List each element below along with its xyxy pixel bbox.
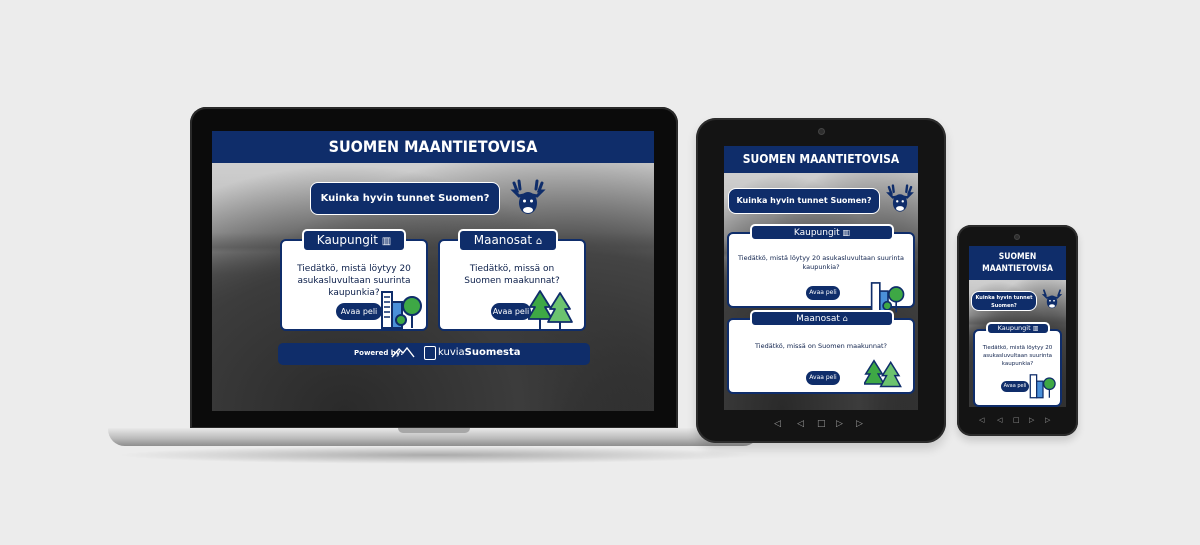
question-bubble: Kuinka hyvin tunnet Suomen?: [728, 188, 880, 214]
open-game-button[interactable]: Avaa peli: [1001, 381, 1029, 392]
brand-bold-text: Suomesta: [464, 347, 521, 358]
tablet-volume-icon[interactable]: ◁: [774, 420, 781, 429]
tab-label: Maanosat: [473, 233, 533, 247]
page-title: SUOMEN MAANTIETOVISA: [724, 146, 918, 173]
open-game-button[interactable]: Avaa peli: [491, 303, 531, 320]
card-description: Tiedätkö, missä on Suomen maakunnat?: [755, 342, 887, 350]
city-illustration-icon: [1029, 371, 1057, 399]
city-illustration-icon: [870, 278, 906, 314]
laptop-screen: SUOMEN MAANTIETOVISA Kuinka hyvin tunnet…: [212, 131, 654, 411]
tab-label: Kaupungit: [997, 324, 1031, 332]
open-game-button[interactable]: Avaa peli: [336, 303, 382, 320]
title-line: SUOMEN: [998, 252, 1037, 262]
brand-light-text: kuvia: [438, 347, 465, 358]
card-description: Tiedätkö, missä on Suomen maakunnat?: [464, 264, 560, 286]
footer-banner: Powered by: kuviaSuomesta: [278, 343, 590, 365]
forest-illustration-icon: [528, 289, 576, 331]
tablet-back-icon[interactable]: ◁: [797, 420, 804, 429]
tablet-screen: SUOMEN MAANTIETOVISA Kuinka hyvin tunnet…: [724, 146, 918, 410]
tree-icon: ⌂: [842, 314, 848, 323]
city-icon: ▥: [842, 228, 851, 237]
page-title: SUOMEN MAANTIETOVISA: [212, 131, 654, 163]
tablet-camera: [818, 128, 825, 135]
card-description: Tiedätkö, mistä löytyy 20 asukasluvultaa…: [982, 345, 1053, 367]
brand-logo[interactable]: kuviaSuomesta: [438, 347, 521, 358]
phone-forward-icon[interactable]: ▷: [1029, 416, 1034, 425]
tab-label: Kaupungit: [316, 233, 378, 247]
laptop-shadow: [115, 446, 755, 464]
phone-back-icon[interactable]: ◁: [979, 416, 984, 425]
open-game-button[interactable]: Avaa peli: [806, 286, 840, 300]
moose-icon: [508, 179, 548, 217]
tab-kaupungit[interactable]: Kaupungit ▥: [750, 224, 894, 241]
city-icon: ▥: [1032, 325, 1039, 332]
tab-kaupungit[interactable]: Kaupungit ▥: [302, 229, 406, 252]
page-title: SUOMEN MAANTIETOVISA: [969, 246, 1066, 280]
autokamppi-logo[interactable]: [390, 345, 416, 361]
moose-icon: [884, 184, 916, 214]
tab-maanosat[interactable]: Maanosat ⌂: [750, 310, 894, 327]
tablet-forward-icon[interactable]: ▷: [836, 420, 843, 429]
city-icon: ▥: [381, 236, 392, 247]
card-description: Tiedätkö, mistä löytyy 20 asukasluvultaa…: [738, 254, 904, 271]
tablet-menu-icon[interactable]: ▷: [856, 420, 863, 429]
kuvia-logo-icon: [424, 346, 436, 360]
tree-icon: ⌂: [535, 236, 543, 247]
tab-kaupungit[interactable]: Kaupungit ▥: [986, 322, 1050, 335]
question-bubble: Kuinka hyvin tunnet Suomen?: [971, 291, 1037, 311]
city-illustration-icon: [380, 286, 424, 330]
title-line: MAANTIETOVISA: [982, 264, 1053, 274]
tab-label: Kaupungit: [793, 228, 840, 238]
phone-nav-icon[interactable]: ◁: [997, 416, 1002, 425]
question-bubble: Kuinka hyvin tunnet Suomen?: [310, 182, 500, 215]
forest-illustration-icon: [864, 359, 904, 394]
phone-home-icon[interactable]: □: [1013, 416, 1020, 425]
open-game-button[interactable]: Avaa peli: [806, 371, 840, 385]
tab-maanosat[interactable]: Maanosat ⌂: [458, 229, 558, 252]
laptop-trackpad-notch: [398, 428, 470, 433]
moose-icon: [1040, 288, 1064, 310]
phone-screen: SUOMEN MAANTIETOVISA Kuinka hyvin tunnet…: [969, 246, 1066, 407]
phone-menu-icon[interactable]: ▷: [1045, 416, 1050, 425]
tab-label: Maanosat: [796, 314, 840, 324]
tablet-home-icon[interactable]: □: [817, 420, 826, 429]
phone-camera: [1014, 234, 1020, 240]
